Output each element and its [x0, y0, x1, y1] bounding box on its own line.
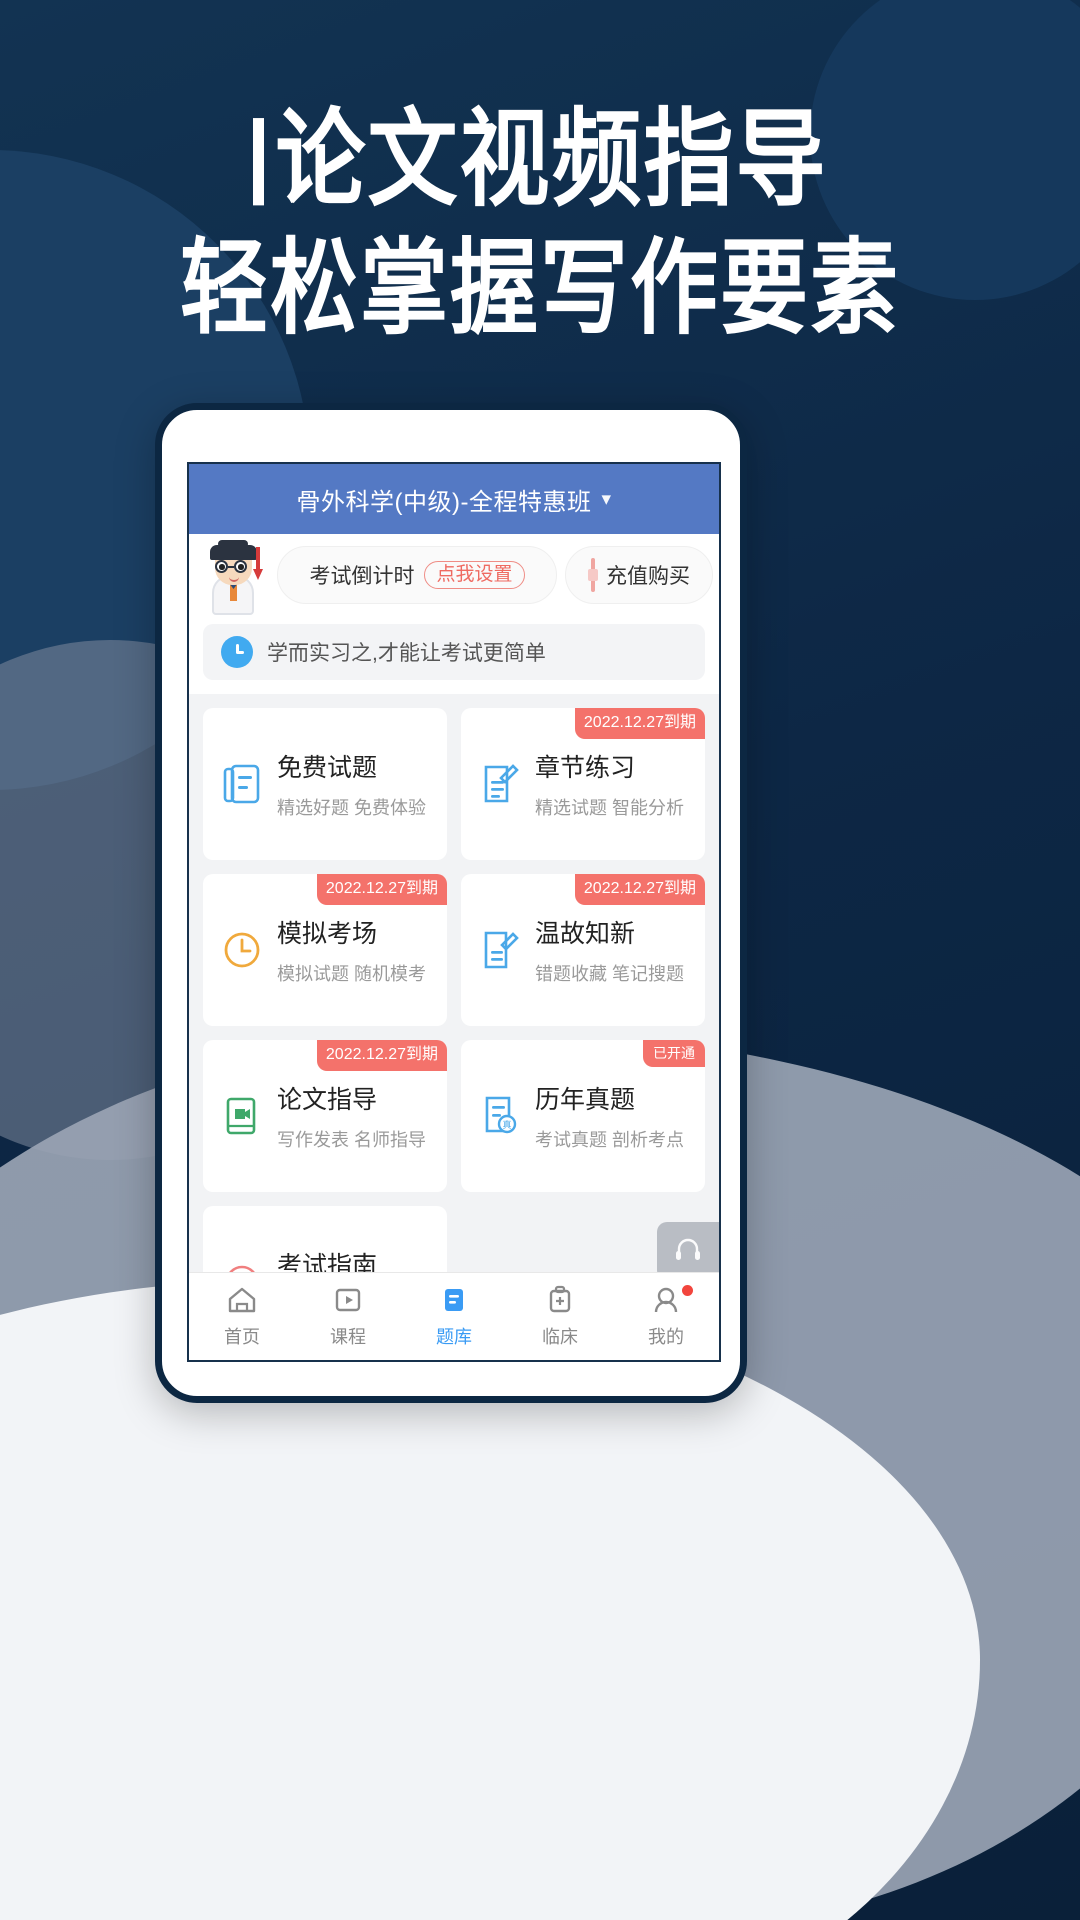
tab-label: 我的: [648, 1327, 684, 1347]
app-screen: 骨外科学(中级)-全程特惠班 ▾ 考试倒计时 点我设置 充值购买 学而实习之,才…: [187, 462, 721, 1362]
feature-grid-area: 免费试题 精选好题 免费体验 2022.12.27到期 章节练习 精选试题 智能…: [189, 694, 719, 1272]
paper-video-icon: [221, 1093, 263, 1139]
mock-exam-clock-icon: [221, 927, 263, 973]
card-title: 论文指导: [277, 1086, 378, 1114]
clipboard-icon: [543, 1284, 577, 1316]
card-title: 温故知新: [535, 920, 636, 948]
card-title: 章节练习: [535, 754, 636, 782]
notice-section: 学而实习之,才能让考试更简单: [189, 616, 719, 694]
countdown-label: 考试倒计时: [309, 565, 415, 588]
chapter-practice-icon: [479, 761, 521, 807]
headline-line-1: 论文视频指导: [275, 98, 828, 222]
card-subtitle: 错题收藏 笔记搜题: [535, 964, 685, 984]
card-chapter-practice[interactable]: 2022.12.27到期 章节练习 精选试题 智能分析: [461, 708, 705, 860]
chevron-down-icon: ▾: [601, 488, 612, 510]
phone-mockup: 骨外科学(中级)-全程特惠班 ▾ 考试倒计时 点我设置 充值购买 学而实习之,才…: [155, 403, 747, 1403]
bottom-tab-bar: 首页 课程 题库 临床 我的: [189, 1272, 719, 1360]
card-subtitle: 精选试题 智能分析: [535, 798, 685, 818]
exam-countdown-button[interactable]: 考试倒计时 点我设置: [277, 546, 557, 604]
card-expiry-badge: 2022.12.27到期: [316, 874, 447, 905]
tab-label: 首页: [224, 1327, 260, 1347]
past-papers-icon: 真: [479, 1093, 521, 1139]
headline-accent-bar: [252, 118, 264, 206]
tab-label: 课程: [330, 1327, 366, 1347]
tab-clinical[interactable]: 临床: [507, 1273, 613, 1360]
card-subtitle: 考试真题 剖析考点: [535, 1130, 685, 1150]
card-expiry-badge: 2022.12.27到期: [574, 708, 705, 739]
ticket-icon: [588, 558, 598, 592]
countdown-row: 考试倒计时 点我设置 充值购买: [189, 534, 719, 616]
tab-course[interactable]: 课程: [295, 1273, 401, 1360]
card-expiry-badge: 2022.12.27到期: [316, 1040, 447, 1071]
card-subtitle: 写作发表 名师指导: [277, 1130, 427, 1150]
tab-profile[interactable]: 我的: [613, 1273, 719, 1360]
promo-headline: 论文视频指导 轻松掌握写作要素: [0, 98, 1080, 349]
customer-service-button[interactable]: [657, 1222, 719, 1272]
recharge-purchase-label: 充值购买: [606, 565, 690, 588]
card-paper-guidance[interactable]: 2022.12.27到期 论文指导 写作发表 名师指导: [203, 1040, 447, 1192]
profile-notification-dot: [682, 1285, 693, 1296]
set-countdown-badge[interactable]: 点我设置: [424, 561, 525, 589]
card-subtitle: 精选好题 免费体验: [277, 798, 427, 818]
card-past-papers[interactable]: 已开通 真 历年真题 考试真题 剖析考点: [461, 1040, 705, 1192]
headline-line-2: 轻松掌握写作要素: [179, 227, 900, 349]
card-mock-exam[interactable]: 2022.12.27到期 模拟考场 模拟试题 随机模考: [203, 874, 447, 1026]
card-free-exam[interactable]: 免费试题 精选好题 免费体验: [203, 708, 447, 860]
tab-question-bank[interactable]: 题库: [401, 1273, 507, 1360]
course-play-icon: [331, 1284, 365, 1316]
course-title: 骨外科学(中级)-全程特惠班: [296, 488, 592, 516]
tab-label: 题库: [436, 1327, 472, 1347]
review-notes-icon: [479, 927, 521, 973]
card-exam-guide[interactable]: 考试指南 考试大纲 应试技巧: [203, 1206, 447, 1272]
user-profile-icon: [649, 1284, 683, 1316]
card-status-badge: 已开通: [643, 1040, 705, 1067]
card-title: 模拟考场: [277, 920, 378, 948]
feature-grid: 免费试题 精选好题 免费体验 2022.12.27到期 章节练习 精选试题 智能…: [203, 708, 705, 1272]
card-title: 考试指南: [277, 1252, 378, 1272]
card-title: 历年真题: [535, 1086, 636, 1114]
recharge-purchase-button[interactable]: 充值购买: [565, 546, 713, 604]
question-bank-icon: [437, 1284, 471, 1316]
customer-service-icon: [676, 1238, 700, 1260]
notice-text: 学而实习之,才能让考试更简单: [267, 642, 546, 665]
card-subtitle: 模拟试题 随机模考: [277, 964, 427, 984]
card-title: 免费试题: [277, 754, 378, 782]
clock-icon: [221, 636, 253, 668]
graduate-avatar-icon: [199, 539, 269, 615]
tab-label: 临床: [542, 1327, 578, 1347]
svg-text:真: 真: [502, 1119, 511, 1131]
headline-line-1-wrap: 论文视频指导: [0, 98, 1080, 223]
card-expiry-badge: 2022.12.27到期: [574, 874, 705, 905]
notice-banner[interactable]: 学而实习之,才能让考试更简单: [203, 624, 705, 680]
home-icon: [225, 1284, 259, 1316]
compass-guide-icon: [221, 1259, 263, 1272]
tab-home[interactable]: 首页: [189, 1273, 295, 1360]
course-selector-header[interactable]: 骨外科学(中级)-全程特惠班 ▾: [189, 464, 719, 534]
free-exam-doc-icon: [221, 761, 263, 807]
card-review[interactable]: 2022.12.27到期 温故知新 错题收藏 笔记搜题: [461, 874, 705, 1026]
